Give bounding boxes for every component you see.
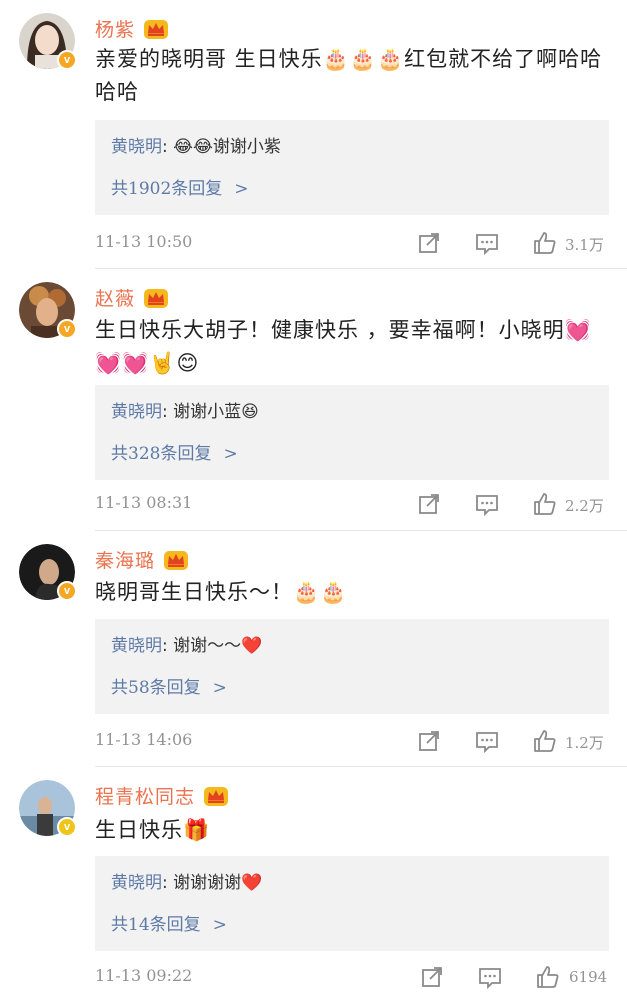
chevron-right-icon: >	[223, 444, 238, 464]
reply-preview[interactable]: 黄晓明: 谢谢～～❤️ 共58条回复 >	[95, 619, 609, 714]
view-replies-link[interactable]: 共58条回复 >	[111, 673, 227, 698]
reply-line: 黄晓明: 谢谢小蓝😆	[111, 399, 259, 425]
username-text[interactable]: 赵薇	[95, 284, 135, 311]
avatar[interactable]: v	[19, 544, 77, 601]
comment-item: v 秦海璐 晓明哥生日快乐～！🎂🎂 黄晓明: 谢谢～～❤️ 共58条回复 > 11…	[0, 544, 627, 764]
avatar[interactable]: v	[19, 13, 77, 70]
username-text[interactable]: 程青松同志	[95, 782, 195, 809]
username[interactable]: 杨紫	[95, 15, 169, 42]
verified-badge-icon: v	[57, 319, 77, 339]
forward-icon[interactable]	[416, 230, 442, 256]
view-replies-link[interactable]: 共328条回复 >	[111, 439, 238, 464]
username-text[interactable]: 秦海璐	[95, 546, 155, 573]
reply-author[interactable]: 黄晓明	[111, 873, 162, 893]
comment-icon[interactable]	[474, 728, 500, 754]
divider	[95, 766, 627, 767]
comment-icon[interactable]	[474, 230, 500, 256]
reply-colon: :	[162, 402, 174, 422]
like-count: 6194	[569, 968, 608, 986]
timestamp: 11-13 14:06	[95, 730, 193, 749]
view-replies-label[interactable]: 共1902条回复	[111, 179, 222, 199]
comment-text: 亲爱的晓明哥 生日快乐🎂🎂🎂红包就不给了啊哈哈哈哈	[95, 47, 603, 104]
username-text[interactable]: 杨紫	[95, 15, 135, 42]
comment-text: 生日快乐🎁	[95, 818, 211, 842]
view-replies-label[interactable]: 共14条回复	[111, 915, 201, 935]
reply-author[interactable]: 黄晓明	[111, 636, 162, 656]
reply-text: 😂😂谢谢小紫	[173, 137, 281, 157]
chevron-right-icon: >	[234, 179, 249, 199]
username[interactable]: 程青松同志	[95, 782, 229, 809]
comment-item: v 杨紫 亲爱的晓明哥 生日快乐🎂🎂🎂红包就不给了啊哈哈哈哈 黄晓明: 😂😂谢谢…	[0, 13, 627, 268]
reply-colon: :	[162, 873, 174, 893]
verified-badge-icon: v	[57, 817, 77, 837]
like-count: 1.2万	[565, 734, 604, 752]
comment-icon[interactable]	[477, 964, 503, 990]
comment-meta: 11-13 14:06 1.2万	[95, 730, 615, 754]
avatar[interactable]: v	[19, 780, 77, 837]
like-icon[interactable]	[532, 728, 558, 754]
reply-text: 谢谢谢谢❤️	[173, 873, 263, 893]
username[interactable]: 秦海璐	[95, 546, 189, 573]
crown-icon	[144, 19, 169, 39]
reply-text: 谢谢～～❤️	[173, 636, 263, 656]
username[interactable]: 赵薇	[95, 284, 169, 311]
like-count: 3.1万	[565, 236, 604, 254]
comment-text: 生日快乐大胡子！健康快乐 ，要幸福啊！小晓明💓💓💓🤘😊	[95, 318, 592, 375]
verified-badge-icon: v	[57, 581, 77, 601]
chevron-right-icon: >	[212, 915, 227, 935]
like-icon[interactable]	[532, 491, 558, 517]
view-replies-link[interactable]: 共1902条回复 >	[111, 174, 249, 199]
comment-item: v 程青松同志 生日快乐🎁 黄晓明: 谢谢谢谢❤️ 共14条回复 > 11-13 …	[0, 780, 627, 1000]
reply-preview[interactable]: 黄晓明: 😂😂谢谢小紫 共1902条回复 >	[95, 120, 609, 215]
avatar[interactable]: v	[19, 282, 77, 339]
verified-badge-icon: v	[57, 50, 77, 70]
like-icon[interactable]	[532, 230, 558, 256]
chevron-right-icon: >	[212, 678, 227, 698]
crown-icon	[144, 288, 169, 308]
view-replies-link[interactable]: 共14条回复 >	[111, 910, 227, 935]
divider	[95, 530, 627, 531]
timestamp: 11-13 08:31	[95, 493, 193, 512]
comment-meta: 11-13 08:31 2.2万	[95, 493, 615, 517]
crown-icon	[204, 786, 229, 806]
reply-preview[interactable]: 黄晓明: 谢谢谢谢❤️ 共14条回复 >	[95, 856, 609, 951]
view-replies-label[interactable]: 共58条回复	[111, 678, 201, 698]
divider	[95, 268, 627, 269]
crown-icon	[164, 550, 189, 570]
forward-icon[interactable]	[416, 491, 442, 517]
reply-colon: :	[162, 137, 174, 157]
comment-item: v 赵薇 生日快乐大胡子！健康快乐 ，要幸福啊！小晓明💓💓💓🤘😊 黄晓明: 谢谢…	[0, 282, 627, 532]
forward-icon[interactable]	[419, 964, 445, 990]
reply-line: 黄晓明: 谢谢谢谢❤️	[111, 870, 262, 896]
reply-preview[interactable]: 黄晓明: 谢谢小蓝😆 共328条回复 >	[95, 385, 609, 480]
timestamp: 11-13 10:50	[95, 232, 193, 251]
reply-author[interactable]: 黄晓明	[111, 402, 162, 422]
comment-meta: 11-13 09:22 6194	[95, 966, 615, 990]
forward-icon[interactable]	[416, 728, 442, 754]
like-count: 2.2万	[565, 497, 604, 515]
like-icon[interactable]	[535, 964, 561, 990]
reply-colon: :	[162, 636, 174, 656]
timestamp: 11-13 09:22	[95, 966, 193, 985]
comment-icon[interactable]	[474, 491, 500, 517]
reply-text: 谢谢小蓝😆	[173, 402, 259, 422]
reply-line: 黄晓明: 谢谢～～❤️	[111, 633, 262, 659]
reply-line: 黄晓明: 😂😂谢谢小紫	[111, 134, 281, 160]
comment-meta: 11-13 10:50 3.1万	[95, 232, 615, 256]
reply-author[interactable]: 黄晓明	[111, 137, 162, 157]
comment-text: 晓明哥生日快乐～！🎂🎂	[95, 580, 348, 604]
view-replies-label[interactable]: 共328条回复	[111, 444, 211, 464]
